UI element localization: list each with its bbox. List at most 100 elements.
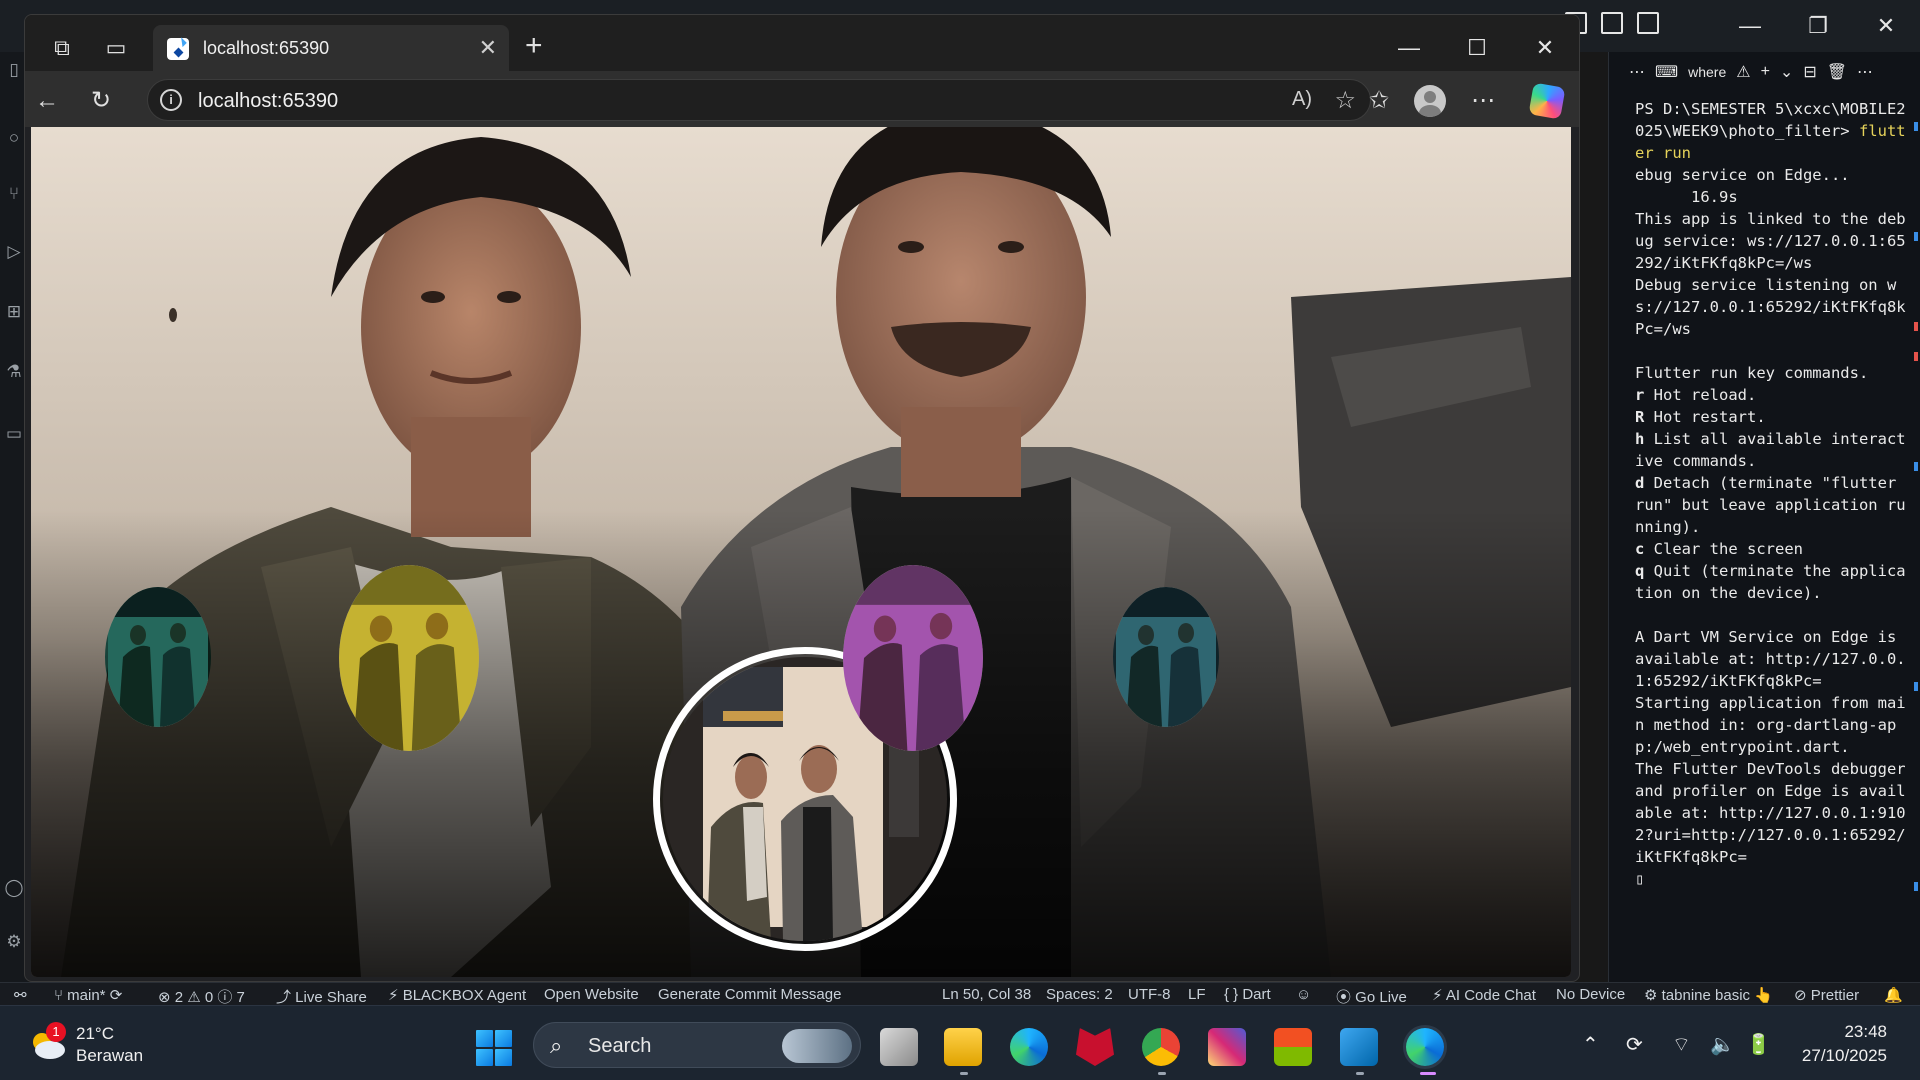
- device-selector[interactable]: No Device: [1556, 986, 1625, 1003]
- restore-icon[interactable]: ❐: [1784, 0, 1852, 52]
- task-view-icon[interactable]: [880, 1028, 918, 1066]
- weather-temperature[interactable]: 21°C: [76, 1024, 114, 1044]
- terminal-name[interactable]: where: [1688, 64, 1726, 80]
- warning-icon: ⚠: [1736, 64, 1751, 81]
- go-live-button[interactable]: ⦿ Go Live: [1336, 986, 1407, 1007]
- filter-tint-blue-teal: [1113, 587, 1219, 727]
- toggle-secondary-sidebar-icon[interactable]: [1637, 12, 1659, 34]
- copilot-status-icon[interactable]: ☺: [1296, 986, 1311, 1003]
- testing-icon[interactable]: ⚗: [4, 362, 24, 382]
- more-actions-icon[interactable]: ⋯: [1629, 62, 1645, 82]
- tab-localhost[interactable]: localhost:65390 ✕: [153, 25, 509, 71]
- sync-icon[interactable]: ⟳: [1626, 1032, 1643, 1057]
- terminal-scrollbar[interactable]: [1914, 122, 1918, 922]
- filter-thumbnail-yellow[interactable]: [339, 565, 479, 751]
- close-icon[interactable]: ✕: [1852, 0, 1920, 52]
- branch-indicator[interactable]: ⑂ main* ⟳: [54, 986, 122, 1004]
- site-info-icon[interactable]: i: [160, 89, 182, 111]
- live-share-button[interactable]: ⤴ Live Share: [276, 986, 367, 1007]
- profile-avatar[interactable]: [1414, 85, 1446, 117]
- terminal-cursor: ▯: [1635, 870, 1645, 888]
- filter-tint-yellow: [339, 565, 479, 751]
- start-windows-icon[interactable]: [476, 1030, 512, 1066]
- favorites-icon[interactable]: ✩: [1365, 87, 1393, 115]
- vscode-app-icon[interactable]: [1340, 1028, 1378, 1066]
- tab-close-icon[interactable]: ✕: [479, 35, 497, 61]
- browser-maximize-icon[interactable]: ☐: [1457, 33, 1497, 63]
- taskbar-search-box[interactable]: ⌕ Search: [533, 1022, 861, 1068]
- open-website-button[interactable]: Open Website: [544, 986, 639, 1003]
- workspaces-icon[interactable]: ⧉: [49, 35, 75, 61]
- toggle-panel-icon[interactable]: [1601, 12, 1623, 34]
- terminal-text: Clear the screen: [1644, 540, 1803, 558]
- filter-thumbnail-purple[interactable]: [843, 565, 983, 751]
- ai-code-chat-button[interactable]: ⚡ AI Code Chat: [1432, 986, 1536, 1004]
- terminal-text: Quit (terminate the application on the d…: [1635, 562, 1906, 602]
- new-terminal-icon[interactable]: +: [1761, 63, 1770, 81]
- cursor-position[interactable]: Ln 50, Col 38: [942, 986, 1031, 1003]
- line-ending[interactable]: LF: [1188, 986, 1206, 1003]
- clock-time[interactable]: 23:48: [1787, 1022, 1887, 1042]
- new-tab-button[interactable]: +: [525, 31, 543, 61]
- flutter-app-viewport[interactable]: [31, 127, 1571, 977]
- split-terminal-icon[interactable]: ⊟: [1803, 62, 1816, 82]
- chevron-down-icon[interactable]: ⌄: [1780, 62, 1793, 82]
- mcafee-icon[interactable]: [1076, 1028, 1114, 1066]
- search-icon[interactable]: ○: [4, 128, 24, 148]
- run-debug-icon[interactable]: ▷: [4, 242, 24, 262]
- minimize-icon[interactable]: —: [1716, 0, 1784, 52]
- tabnine-button[interactable]: ⚙ tabnine basic 👆: [1644, 986, 1773, 1004]
- chevron-up-icon[interactable]: ⌃: [1582, 1032, 1599, 1057]
- edge-active-app-icon[interactable]: [1406, 1028, 1444, 1066]
- tab-actions-icon[interactable]: ▭: [103, 35, 129, 61]
- address-bar[interactable]: i localhost:65390 A) ☆: [147, 79, 1371, 121]
- terminal-panel[interactable]: ⋯ ⌨ where ⚠ + ⌄ ⊟ 🗑 ⋯ PS D:\SEMESTER 5\x…: [1608, 52, 1920, 982]
- live-share-label: Live Share: [295, 989, 367, 1006]
- terminal-line: h List all available interactive command…: [1635, 428, 1907, 472]
- terminal-text: This app is linked to the debug service:…: [1635, 210, 1906, 272]
- explorer-icon[interactable]: ▯: [4, 60, 24, 80]
- instagram-icon[interactable]: [1208, 1028, 1246, 1066]
- language-mode[interactable]: { } Dart: [1224, 986, 1271, 1003]
- prettier-button[interactable]: ⊘ Prettier: [1794, 986, 1859, 1004]
- microsoft-store-icon[interactable]: [1274, 1028, 1312, 1066]
- chrome-icon[interactable]: [1142, 1028, 1180, 1066]
- filter-thumbnail-blue-teal[interactable]: [1113, 587, 1219, 727]
- copilot-icon[interactable]: [1528, 82, 1566, 120]
- browser-minimize-icon[interactable]: —: [1389, 33, 1429, 63]
- source-control-icon[interactable]: ⑂: [4, 184, 24, 204]
- refresh-icon[interactable]: ↻: [87, 87, 115, 115]
- problems-indicator[interactable]: ⊗ 2 ⚠ 0 ⓘ 7: [158, 986, 245, 1007]
- extensions-icon[interactable]: ⊞: [4, 302, 24, 322]
- generate-commit-button[interactable]: Generate Commit Message: [658, 986, 841, 1003]
- more-icon[interactable]: ⋯: [1857, 62, 1873, 82]
- terminal-line: A Dart VM Service on Edge is available a…: [1635, 626, 1907, 692]
- battery-icon[interactable]: 🔋: [1746, 1032, 1771, 1057]
- wifi-icon[interactable]: ⌔: [1672, 1032, 1691, 1057]
- blackbox-agent-button[interactable]: ⚡ BLACKBOX Agent: [388, 986, 526, 1004]
- terminal-key: d: [1635, 474, 1645, 492]
- indentation[interactable]: Spaces: 2: [1046, 986, 1113, 1003]
- trash-icon[interactable]: 🗑: [1827, 62, 1847, 82]
- clock-date[interactable]: 27/10/2025: [1787, 1046, 1887, 1066]
- volume-icon[interactable]: 🔈: [1710, 1032, 1735, 1057]
- address-text[interactable]: localhost:65390: [198, 90, 338, 113]
- settings-more-icon[interactable]: ⋯: [1469, 87, 1497, 115]
- terminal-toolbar: ⋯ ⌨ where ⚠ + ⌄ ⊟ 🗑 ⋯: [1609, 52, 1920, 92]
- edge-app-icon[interactable]: [1010, 1028, 1048, 1066]
- favorite-star-icon[interactable]: ☆: [1334, 86, 1356, 115]
- read-aloud-icon[interactable]: A): [1292, 88, 1312, 111]
- remote-explorer-icon[interactable]: ▭: [4, 424, 24, 444]
- back-arrow-icon[interactable]: ←: [33, 87, 61, 115]
- encoding[interactable]: UTF-8: [1128, 986, 1171, 1003]
- weather-description[interactable]: Berawan: [76, 1046, 143, 1066]
- remote-icon[interactable]: ⚯: [14, 986, 27, 1004]
- filter-thumbnail-teal[interactable]: [105, 587, 211, 727]
- file-explorer-icon[interactable]: [944, 1028, 982, 1066]
- terminal-output: PS D:\SEMESTER 5\xcxc\MOBILE2025\WEEK9\p…: [1635, 98, 1907, 890]
- account-icon[interactable]: ◯: [4, 878, 24, 898]
- notifications-bell-icon[interactable]: 🔔: [1884, 986, 1903, 1004]
- settings-gear-icon[interactable]: ⚙: [4, 932, 24, 952]
- browser-close-icon[interactable]: ✕: [1525, 33, 1565, 63]
- terminal-line: [1635, 604, 1907, 626]
